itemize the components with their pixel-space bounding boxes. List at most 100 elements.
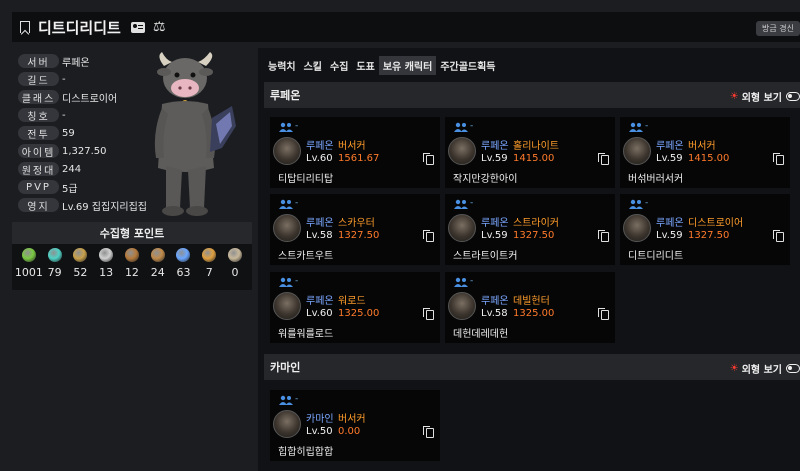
people-icon: [279, 277, 293, 287]
character-card[interactable]: - 루페온 홀리나이트 Lv.59 1415.00 작지만강한아이: [445, 117, 615, 188]
character-card[interactable]: - 루페온 버서커 Lv.60 1561.67 티탑티리티탑: [270, 117, 440, 188]
mokoko-seed-icon: [21, 248, 36, 262]
collection-item[interactable]: 12: [120, 248, 144, 279]
profile-label: 길드: [18, 72, 59, 87]
character-card[interactable]: - 루페온 스트라이커 Lv.59 1327.50 스트라트이트커: [445, 194, 615, 265]
card-class: 홀리나이트: [513, 141, 559, 152]
card-item-level: 1327.50: [688, 230, 730, 241]
appearance-toggle[interactable]: ☀ 외형 보기: [730, 89, 800, 104]
card-character-name: 티탑티리티탑: [278, 174, 334, 185]
profile-value: -: [62, 109, 66, 121]
character-card[interactable]: - 루페온 데빌헌터 Lv.58 1325.00 데헌데레데헌: [445, 272, 615, 343]
collection-item[interactable]: 13: [94, 248, 118, 279]
character-portrait: [273, 137, 301, 165]
card-item-level: 1327.50: [513, 230, 555, 241]
card-class: 스트라이커: [513, 218, 559, 229]
tab-4[interactable]: 보유 캐릭터: [378, 56, 437, 75]
character-card[interactable]: - 루페온 스카우터 Lv.58 1327.50 스트카트우트: [270, 194, 440, 265]
card-server: 루페온: [656, 218, 684, 229]
card-item-level: 0.00: [338, 426, 361, 437]
copy-icon[interactable]: [423, 230, 434, 242]
scale-icon[interactable]: ⚖: [153, 20, 166, 34]
profile-row: 영지 Lv.69 집집지리집집: [18, 196, 147, 214]
copy-icon[interactable]: [598, 308, 609, 320]
character-card[interactable]: - 루페온 디스트로이어 Lv.59 1327.50 디트디리디트: [620, 194, 790, 265]
profile-row: 아이템 1,327.50: [18, 142, 147, 160]
bookmark-icon[interactable]: [20, 21, 30, 33]
server-section-header: 루페온 ☀ 외형 보기: [264, 82, 800, 108]
character-portrait: [448, 292, 476, 320]
card-level: Lv.59: [481, 230, 508, 241]
copy-icon[interactable]: [598, 230, 609, 242]
server-section-header: 카마인 ☀ 외형 보기: [264, 354, 800, 380]
people-icon: [454, 277, 468, 287]
collection-points-title: 수집형 포인트: [12, 222, 252, 244]
collection-value: 1001: [14, 266, 43, 279]
character-card[interactable]: - 루페온 버서커 Lv.59 1415.00 버섞버러서커: [620, 117, 790, 188]
card-level: Lv.60: [306, 308, 333, 319]
ignea-token-icon: [124, 248, 139, 262]
collection-value: 12: [124, 266, 139, 279]
card-level: Lv.58: [481, 308, 508, 319]
copy-icon[interactable]: [423, 426, 434, 438]
character-portrait: [623, 137, 651, 165]
toggle-icon[interactable]: [786, 364, 800, 373]
profile-label: 서버: [18, 54, 59, 69]
collection-item[interactable]: 79: [43, 248, 67, 279]
collection-item[interactable]: 1001: [14, 248, 43, 279]
character-card[interactable]: - 카마인 버서커 Lv.50 0.00 힙합히립합합: [270, 390, 440, 461]
profile-label: PVP: [18, 180, 59, 194]
copy-icon[interactable]: [598, 153, 609, 165]
profile-row: 전투 59: [18, 124, 147, 142]
sun-icon: ☀: [729, 363, 739, 374]
profile-row: 칭호 -: [18, 106, 147, 124]
profile-value: -: [62, 73, 66, 85]
collection-item[interactable]: 24: [146, 248, 170, 279]
profile-label: 칭호: [18, 108, 59, 123]
great-art-icon: [73, 248, 88, 262]
character-portrait: [623, 214, 651, 242]
card-class: 버서커: [338, 414, 366, 425]
toggle-icon[interactable]: [786, 92, 800, 101]
tab-0[interactable]: 능력치: [264, 56, 300, 75]
tab-3[interactable]: 도표: [352, 56, 378, 75]
character-portrait: [273, 214, 301, 242]
profile-row: 길드 -: [18, 70, 147, 88]
id-card-icon[interactable]: [130, 21, 145, 33]
guild-dash: -: [470, 276, 474, 286]
copy-icon[interactable]: [423, 153, 434, 165]
profile-info: 서버 루페온 길드 - 클래스 디스트로이어 칭호 - 전투 59 아이템 1,327.50 원정대 24…: [18, 52, 147, 214]
tab-2[interactable]: 수집: [326, 56, 352, 75]
appearance-toggle-label: 외형 보기: [741, 93, 782, 104]
collection-item[interactable]: 52: [68, 248, 92, 279]
card-server: 루페온: [656, 141, 684, 152]
profile-row: 원정대 244: [18, 160, 147, 178]
profile-value: Lv.69 집집지리집집: [62, 201, 147, 213]
appearance-toggle[interactable]: ☀ 외형 보기: [730, 361, 800, 376]
collection-value: 13: [99, 266, 114, 279]
copy-icon[interactable]: [773, 230, 784, 242]
card-character-name: 데헌데레데헌: [453, 329, 509, 340]
collection-value: 52: [73, 266, 88, 279]
profile-value: 5급: [62, 183, 78, 195]
card-class: 버서커: [338, 141, 366, 152]
character-card[interactable]: - 루페온 워로드 Lv.60 1325.00 워를워를로드: [270, 272, 440, 343]
tab-5[interactable]: 주간골드획득: [436, 56, 499, 75]
copy-icon[interactable]: [773, 153, 784, 165]
profile-value: 디스트로이어: [62, 93, 118, 105]
collection-value: 24: [150, 266, 165, 279]
people-icon: [279, 199, 293, 209]
card-level: Lv.59: [656, 230, 683, 241]
collection-item[interactable]: 0: [223, 248, 247, 279]
collection-item[interactable]: 63: [171, 248, 195, 279]
refresh-button[interactable]: 방금 경신: [756, 21, 800, 36]
card-server: 루페온: [306, 141, 334, 152]
character-title: 디트디리디트: [38, 18, 121, 37]
profile-label: 영지: [18, 198, 59, 213]
card-item-level: 1325.00: [513, 308, 555, 319]
copy-icon[interactable]: [423, 308, 434, 320]
collection-item[interactable]: 7: [197, 248, 221, 279]
card-class: 디스트로이어: [688, 218, 744, 229]
card-server: 루페온: [481, 141, 509, 152]
tab-1[interactable]: 스킬: [300, 56, 326, 75]
